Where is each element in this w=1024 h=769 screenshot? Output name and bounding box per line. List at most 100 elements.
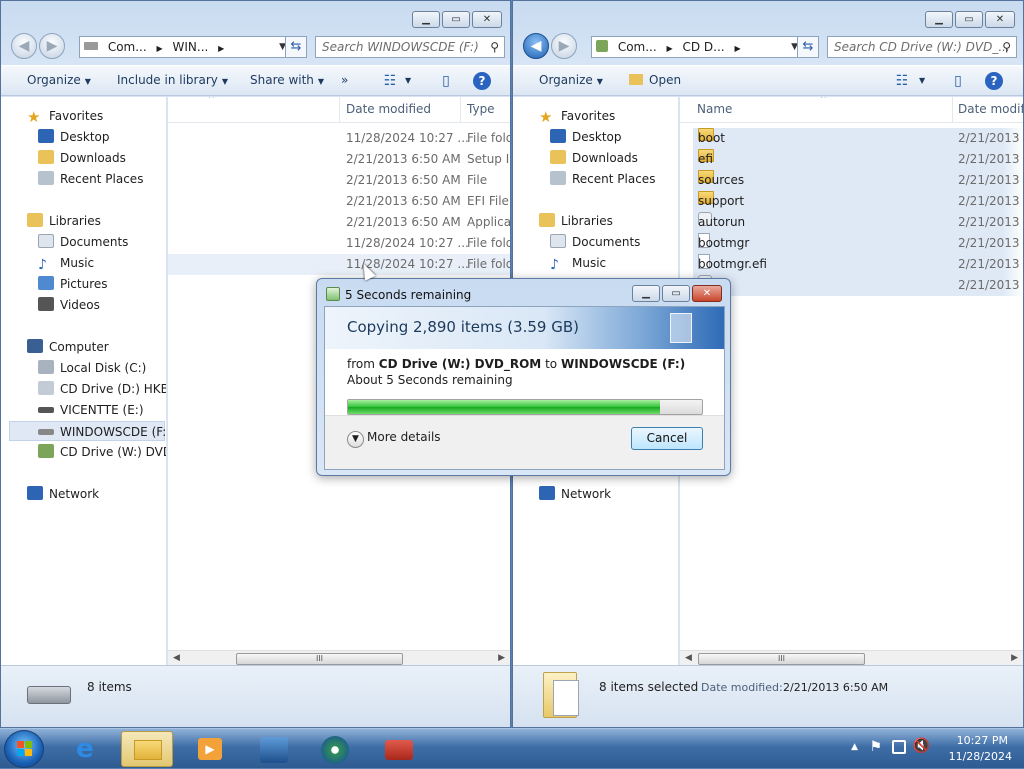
column-date-modified[interactable]: Date modifi [958, 102, 1023, 116]
preview-pane-icon[interactable]: ▯ [949, 72, 967, 90]
close-button[interactable]: ✕ [472, 11, 502, 28]
start-button[interactable] [4, 730, 44, 768]
table-row[interactable]: 2/21/2013 6:50 AMSetup In [168, 149, 510, 170]
nav-music[interactable]: ♪ Music [550, 253, 606, 273]
table-row[interactable]: bootmgr.efi2/21/2013 6 [693, 254, 1023, 275]
nav-cd-drive-d[interactable]: CD Drive (D:) HKBoc [38, 379, 166, 399]
explorer-taskbar-button[interactable] [121, 731, 173, 767]
preview-pane-icon[interactable]: ▯ [437, 72, 455, 90]
nav-vicentte[interactable]: VICENTTE (E:) [38, 400, 144, 420]
maximize-button[interactable]: ▭ [955, 11, 983, 28]
nav-computer[interactable]: Computer [27, 337, 109, 357]
view-options-icon[interactable]: ☷ [893, 72, 911, 90]
view-dropdown-icon[interactable]: ▼ [919, 76, 925, 85]
scrollbar-thumb[interactable]: III [236, 653, 403, 665]
action-center-flag-icon[interactable]: ⚑ [869, 739, 882, 755]
network-tool-taskbar-button[interactable] [248, 731, 300, 767]
forward-button[interactable]: ▶ [551, 33, 577, 59]
scroll-left-icon[interactable]: ◀ [173, 653, 180, 663]
dialog-close-button[interactable]: ✕ [692, 285, 722, 302]
nav-local-disk[interactable]: Local Disk (C:) [38, 358, 146, 378]
network-status-icon[interactable] [892, 740, 906, 754]
maximize-button[interactable]: ▭ [442, 11, 470, 28]
volume-muted-icon[interactable]: 🔇 [913, 738, 930, 754]
open-button[interactable]: Open [629, 73, 681, 87]
view-dropdown-icon[interactable]: ▼ [405, 76, 411, 85]
nav-documents[interactable]: Documents [38, 232, 128, 252]
nav-cd-drive-w[interactable]: CD Drive (W:) DVD_R [38, 442, 166, 462]
organize-menu[interactable]: Organize ▼ [539, 73, 603, 87]
search-input[interactable]: Search WINDOWSCDE (F:) ⚲ [315, 36, 505, 58]
close-button[interactable]: ✕ [985, 11, 1015, 28]
table-row[interactable]: 2/21/2013 6:50 AM EFI File [168, 191, 510, 212]
column-name[interactable]: Name [697, 102, 732, 116]
table-row[interactable]: 11/28/2024 10:27 ... File fold [168, 254, 510, 275]
table-row[interactable]: 2/21/2013 6:50 AM File [168, 170, 510, 191]
column-date-modified[interactable]: Date modified [346, 102, 431, 116]
refresh-button[interactable]: ⇆ [797, 36, 819, 58]
help-icon[interactable]: ? [985, 72, 1003, 90]
table-row[interactable]: 11/28/2024 10:27 ... File fold [168, 233, 510, 254]
address-crumb[interactable]: WIN... [173, 37, 209, 57]
refresh-button[interactable]: ⇆ [285, 36, 307, 58]
view-options-icon[interactable]: ☷ [381, 72, 399, 90]
address-bar[interactable]: Com... ▶ WIN... ▶ ▼ [79, 36, 291, 58]
internet-explorer-taskbar-button[interactable]: e [64, 731, 116, 767]
nav-libraries[interactable]: Libraries [27, 211, 101, 231]
back-button[interactable]: ◀ [11, 33, 37, 59]
scroll-right-icon[interactable]: ▶ [1011, 653, 1018, 663]
address-crumb[interactable]: Com... [108, 37, 147, 57]
more-details-toggle[interactable]: ▼ More details [347, 430, 441, 448]
nav-downloads[interactable]: Downloads [550, 148, 638, 168]
clock-time[interactable]: 10:27 PM [957, 734, 1008, 747]
include-in-library-menu[interactable]: Include in library ▼ [117, 73, 228, 87]
scrollbar-thumb[interactable]: III [698, 653, 865, 665]
nav-favorites[interactable]: ★ Favorites [539, 106, 615, 126]
dialog-minimize-button[interactable]: ▁ [632, 285, 660, 302]
dialog-maximize-button[interactable]: ▭ [662, 285, 690, 302]
address-bar[interactable]: Com... ▶ CD D... ▶ ▼ [591, 36, 803, 58]
nav-windowscde[interactable]: WINDOWSCDE (F:) [9, 421, 166, 441]
organize-menu[interactable]: Organize ▼ [27, 73, 91, 87]
table-row[interactable]: 2/21/2013 6:50 AMApplicat [168, 212, 510, 233]
horizontal-scrollbar[interactable]: ◀ III ▶ [680, 650, 1023, 665]
table-row[interactable]: boot2/21/2013 6 [693, 128, 1023, 149]
column-type[interactable]: Type [467, 102, 495, 116]
table-row[interactable]: bootmgr2/21/2013 6 [693, 233, 1023, 254]
nav-desktop[interactable]: Desktop [38, 127, 110, 147]
table-row[interactable]: efi2/21/2013 6 [693, 149, 1023, 170]
more-commands-button[interactable]: » [341, 73, 348, 87]
nav-favorites[interactable]: ★ Favorites [27, 106, 103, 126]
cancel-button[interactable]: Cancel [631, 427, 703, 450]
table-row[interactable]: sources2/21/2013 6 [693, 170, 1023, 191]
nav-videos[interactable]: Videos [38, 295, 100, 315]
horizontal-scrollbar[interactable]: ◀ III ▶ [168, 650, 510, 665]
forward-button[interactable]: ▶ [39, 33, 65, 59]
nav-pictures[interactable]: Pictures [38, 274, 108, 294]
table-row[interactable]: tup2/21/2013 6 [693, 275, 1023, 296]
disc-tool-taskbar-button[interactable] [309, 731, 361, 767]
address-crumb[interactable]: Com... [618, 37, 657, 57]
clock-date[interactable]: 11/28/2024 [949, 750, 1012, 763]
media-player-taskbar-button[interactable]: ▶ [184, 731, 236, 767]
nav-network[interactable]: Network [27, 484, 99, 504]
back-button[interactable]: ◀ [523, 33, 549, 59]
scroll-left-icon[interactable]: ◀ [685, 653, 692, 663]
minimize-button[interactable]: ▁ [412, 11, 440, 28]
toolbox-taskbar-button[interactable] [373, 731, 425, 767]
show-hidden-icons-icon[interactable]: ▲ [851, 742, 858, 752]
nav-downloads[interactable]: Downloads [38, 148, 126, 168]
search-input[interactable]: Search CD Drive (W:) DVD_... ⚲ [827, 36, 1017, 58]
table-row[interactable]: support2/21/2013 6 [693, 191, 1023, 212]
scroll-right-icon[interactable]: ▶ [498, 653, 505, 663]
nav-network[interactable]: Network [539, 484, 611, 504]
nav-desktop[interactable]: Desktop [550, 127, 622, 147]
nav-recent-places[interactable]: Recent Places [38, 169, 143, 189]
minimize-button[interactable]: ▁ [925, 11, 953, 28]
help-icon[interactable]: ? [473, 72, 491, 90]
table-row[interactable]: autorun2/21/2013 6 [693, 212, 1023, 233]
nav-music[interactable]: ♪ Music [38, 253, 94, 273]
nav-documents[interactable]: Documents [550, 232, 640, 252]
address-crumb[interactable]: CD D... [683, 37, 725, 57]
nav-libraries[interactable]: Libraries [539, 211, 613, 231]
